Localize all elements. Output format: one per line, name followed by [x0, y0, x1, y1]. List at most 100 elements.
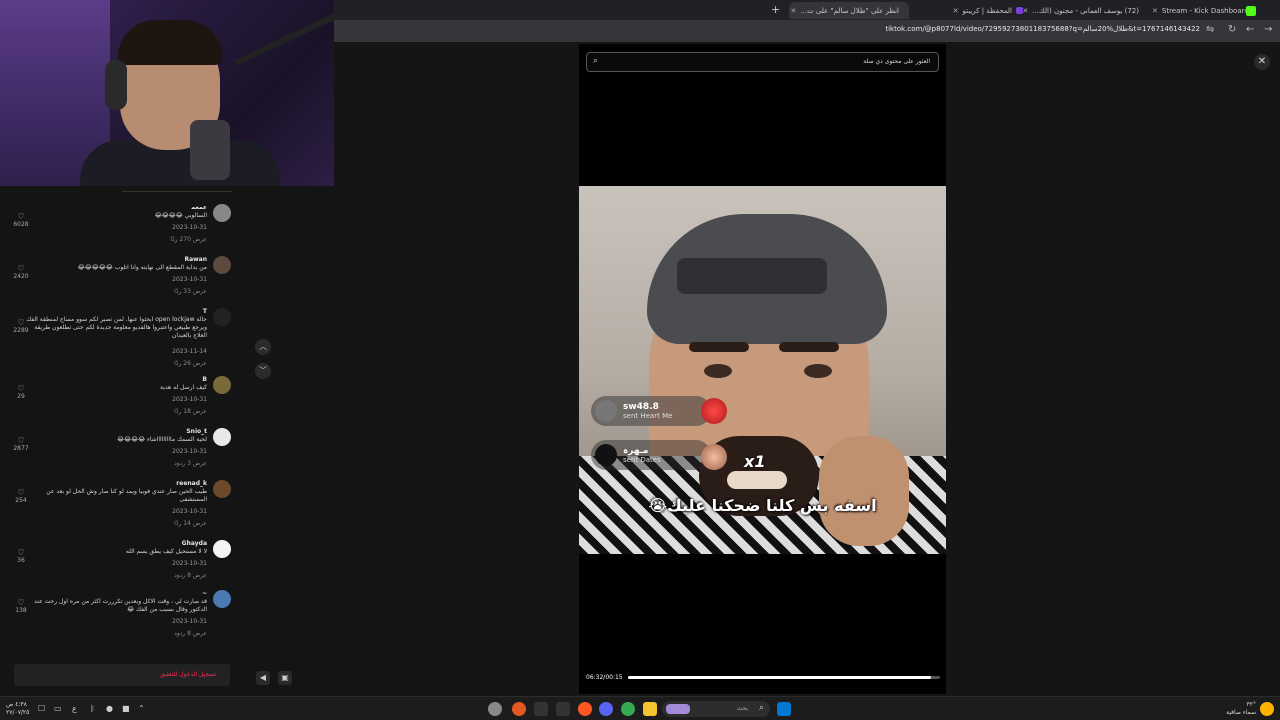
miniplayer-icon[interactable]: ▣ — [278, 671, 292, 685]
discord-icon[interactable] — [599, 702, 613, 716]
view-replies-link[interactable]: عرض 3 ردود — [174, 460, 207, 467]
tab-kick[interactable]: ✕ Stream - Kick Dashboard — [1146, 2, 1251, 19]
clock[interactable]: ٤:٣٨ ص ٢٧/٠٧/٢٥ — [6, 701, 29, 717]
avatar[interactable] — [213, 540, 231, 558]
search-bar[interactable]: ⌕ العثور على محتوى ذي صلة — [586, 52, 939, 72]
kick-icon[interactable] — [1246, 6, 1256, 16]
avatar[interactable] — [213, 590, 231, 608]
search-input[interactable]: بحث — [737, 705, 748, 712]
record-icon[interactable]: ● — [106, 704, 113, 713]
taskbar-search[interactable]: بحث ⌕ — [662, 701, 770, 717]
video-progress-bar[interactable] — [628, 676, 940, 679]
browser-tab-bar: انظر على "طلال سالم" على ت... ✕ المحفظة … — [334, 0, 1280, 20]
video-brow — [779, 342, 839, 352]
app-icon[interactable] — [556, 702, 570, 716]
bluetooth-icon[interactable]: ᛒ — [90, 704, 95, 713]
address-bar[interactable]: tiktok.com/@p8077ld/video/72959273801183… — [334, 20, 1280, 42]
gift-notification: مـهرہ sent Dates — [591, 440, 711, 470]
login-to-comment-link[interactable]: تسجيل الدخول للتعليق — [160, 671, 216, 678]
chrome-icon[interactable] — [621, 702, 635, 716]
like-button[interactable]: ♡ 29 — [10, 384, 32, 400]
like-button[interactable]: ♡ 254 — [10, 488, 32, 504]
comment-username[interactable]: ﻋﻤﻌﻤ — [191, 204, 207, 211]
like-button[interactable]: ♡ 6028 — [10, 212, 32, 228]
comment-username[interactable]: ~ — [202, 590, 207, 597]
avatar[interactable] — [213, 480, 231, 498]
heart-icon: ♡ — [17, 318, 25, 327]
comment-item: Rawan من بداية المقطع الى نهايته وانا اتل… — [10, 256, 235, 306]
tab-label: انظر على "طلال سالم" على ت... — [800, 6, 899, 15]
view-replies-link[interactable]: عرض 14 ردًا — [174, 520, 207, 527]
comment-username[interactable]: B — [202, 376, 207, 383]
search-icon[interactable]: ⌕ — [593, 56, 598, 66]
app-icon[interactable]: ■ — [122, 704, 130, 713]
comment-text: من بداية المقطع الى نهايته وانا اتلوب 😂😂… — [77, 264, 207, 271]
windows-start-icon[interactable] — [777, 702, 791, 716]
view-replies-link[interactable]: عرض 18 ردًا — [174, 408, 207, 415]
view-replies-link[interactable]: عرض 8 ردود — [174, 572, 207, 579]
search-input[interactable]: العثور على محتوى ذي صلة — [863, 58, 930, 65]
comment-date: 2023-10-31 — [172, 508, 207, 515]
view-replies-link[interactable]: عرض 26 ردًا — [174, 360, 207, 367]
close-button[interactable]: ✕ — [1254, 54, 1270, 70]
view-replies-link[interactable]: عرض 33 ردًا — [174, 288, 207, 295]
comment-username[interactable]: T — [203, 308, 207, 315]
back-icon[interactable]: ← — [1246, 24, 1254, 35]
like-count: 2420 — [13, 273, 29, 280]
new-tab-button[interactable]: + — [771, 3, 780, 16]
close-icon[interactable]: ✕ — [1022, 7, 1028, 15]
avatar[interactable] — [213, 204, 231, 222]
language-indicator[interactable]: ع — [72, 704, 77, 713]
avatar[interactable] — [213, 308, 231, 326]
heart-gift-icon — [701, 398, 727, 424]
comment-item: Ghayda لا لا مستحيل كيف يطق يسم الله 2023-… — [10, 540, 235, 590]
chevron-up-icon[interactable]: ︿ — [255, 339, 271, 355]
notification-icon[interactable]: ☐ — [38, 704, 45, 713]
chevron-down-icon[interactable]: ﹀ — [255, 363, 271, 379]
obs-icon[interactable] — [488, 702, 502, 716]
chevron-up-icon[interactable]: ⌃ — [138, 704, 145, 713]
volume-icon[interactable]: ◀ — [256, 671, 270, 685]
like-button[interactable]: ♡ 2877 — [10, 436, 32, 452]
reload-icon[interactable]: ↻ — [1228, 24, 1236, 35]
like-count: 2877 — [13, 445, 29, 452]
webcam-overlay — [0, 0, 334, 186]
avatar — [595, 444, 617, 466]
like-button[interactable]: ♡ 138 — [10, 598, 32, 614]
tab-crypto[interactable]: المحفظة | كريبتو ✕ — [924, 2, 1029, 19]
tab-label: (72) يوسف العماني - مجنون (الك... — [1032, 6, 1139, 15]
avatar[interactable] — [213, 428, 231, 446]
like-button[interactable]: ♡ 2289 — [10, 318, 32, 334]
video-player[interactable]: sw48.8 sent Heart Me مـهرہ sent Dates x1… — [579, 186, 946, 554]
avatar[interactable] — [213, 256, 231, 274]
like-button[interactable]: ♡ 36 — [10, 548, 32, 564]
folder-icon[interactable] — [643, 702, 657, 716]
streamer-hair — [118, 20, 222, 65]
close-icon[interactable]: ✕ — [791, 7, 797, 15]
firefox-icon[interactable] — [512, 702, 526, 716]
browser-icon[interactable] — [578, 702, 592, 716]
clock-time: ٤:٣٨ ص — [6, 701, 27, 708]
heart-icon: ♡ — [17, 384, 25, 393]
search-icon: ⌕ — [758, 703, 764, 713]
comment-username[interactable]: Ghayda — [182, 540, 207, 547]
comment-username[interactable]: Rawan — [184, 256, 207, 263]
like-button[interactable]: ♡ 2420 — [10, 264, 32, 280]
comment-username[interactable]: reenad_k — [176, 480, 207, 487]
close-icon[interactable]: ✕ — [1152, 7, 1158, 15]
forward-icon[interactable]: → — [1264, 24, 1272, 35]
view-replies-link[interactable]: عرض 8 ردود — [174, 630, 207, 637]
weather-widget[interactable]: °٣٢ سماء صافية — [1226, 701, 1256, 717]
avatar[interactable] — [213, 376, 231, 394]
display-icon[interactable]: ▭ — [54, 704, 62, 713]
tab-youtube[interactable]: (72) يوسف العماني - مجنون (الك... ✕ — [1022, 2, 1149, 19]
comment-username[interactable]: Snio_t — [186, 428, 207, 435]
capcut-icon[interactable] — [534, 702, 548, 716]
search-highlight-icon — [666, 704, 690, 714]
url-text[interactable]: tiktok.com/@p8077ld/video/72959273801183… — [885, 25, 1200, 33]
translate-icon[interactable]: ⇋ — [1206, 24, 1214, 35]
tab-tiktok[interactable]: انظر على "طلال سالم" على ت... ✕ — [789, 2, 909, 19]
view-replies-link[interactable]: عرض 270 ردًا — [170, 236, 207, 243]
gift-sender: sw48.8 — [623, 401, 659, 412]
close-icon[interactable]: ✕ — [953, 7, 959, 15]
